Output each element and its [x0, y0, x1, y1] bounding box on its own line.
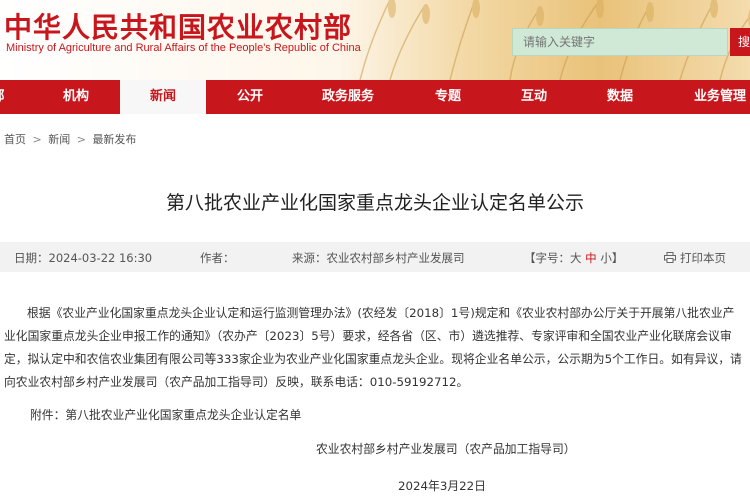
search-button[interactable]: 搜 [730, 28, 750, 56]
printer-icon [664, 252, 676, 263]
print-label: 打印本页 [680, 251, 726, 265]
signature-organization: 农业农村部乡村产业发展司（农产品加工指导司） [316, 442, 576, 456]
breadcrumb-latest[interactable]: 最新发布 [92, 133, 136, 146]
font-size-medium[interactable]: 中 [585, 251, 597, 265]
site-subtitle: Ministry of Agriculture and Rural Affair… [6, 42, 361, 54]
nav-item-services[interactable]: 政务服务 [312, 80, 384, 114]
breadcrumb: 首页 > 新闻 > 最新发布 [4, 131, 136, 147]
nav-item-interaction[interactable]: 互动 [506, 80, 562, 114]
search-input[interactable] [512, 28, 728, 56]
site-header: 中华人民共和国农业农村部 Ministry of Agriculture and… [0, 0, 750, 80]
breadcrumb-separator: > [32, 133, 42, 146]
breadcrumb-separator: > [76, 133, 86, 146]
site-title[interactable]: 中华人民共和国农业农村部 [4, 6, 352, 46]
signature-date: 2024年3月22日 [398, 479, 486, 493]
nav-item-business[interactable]: 业务管理 [684, 80, 750, 114]
font-size-control: 【字号：大 中 小】 [524, 250, 623, 266]
font-size-prefix: 【字号： [524, 251, 570, 265]
article-meta-bar: 日期：2024-03-22 16:30 作者： 来源：农业农村部乡村产业发展司 … [0, 242, 750, 272]
font-size-suffix: 】 [611, 251, 624, 265]
article-title: 第八批农业产业化国家重点龙头企业认定名单公示 [165, 192, 584, 214]
nav-item-public[interactable]: 公开 [222, 80, 278, 114]
nav-item-news[interactable]: 新闻 [120, 80, 206, 114]
publish-date: 日期：2024-03-22 16:30 [14, 251, 153, 265]
print-button[interactable]: 打印本页 [664, 250, 726, 266]
article-body: 根据《农业产业化国家重点龙头企业认定和运行监测管理办法》(农经发〔2018〕1号… [4, 306, 742, 389]
font-size-large[interactable]: 大 [570, 251, 582, 265]
nav-item-home[interactable]: 部 [0, 80, 6, 114]
author-label: 作者： [200, 251, 235, 265]
source-label: 来源：农业农村部乡村产业发展司 [292, 251, 465, 265]
nav-item-topics[interactable]: 专题 [420, 80, 476, 114]
main-nav: 部 机构 新闻 公开 政务服务 专题 互动 数据 业务管理 [0, 80, 750, 114]
font-size-small[interactable]: 小 [600, 251, 612, 265]
attachment-link[interactable]: 附件：第八批农业产业化国家重点龙头企业认定名单 [30, 406, 301, 423]
breadcrumb-home[interactable]: 首页 [4, 133, 26, 146]
nav-item-data[interactable]: 数据 [592, 80, 648, 114]
breadcrumb-news[interactable]: 新闻 [48, 133, 70, 146]
nav-item-agencies[interactable]: 机构 [46, 80, 106, 114]
